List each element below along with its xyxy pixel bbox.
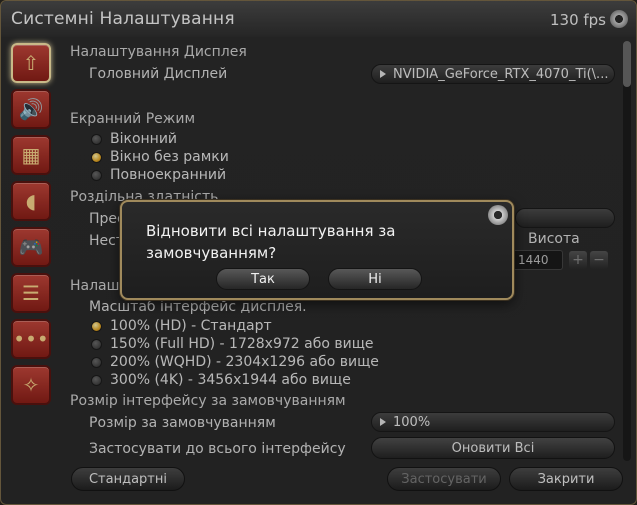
dialog-no-button[interactable]: Ні xyxy=(328,268,422,290)
close-icon[interactable] xyxy=(488,205,508,225)
dialog-yes-button[interactable]: Так xyxy=(216,268,310,290)
dialog-message: Відновити всі налаштування за замовчуван… xyxy=(146,222,396,262)
reset-confirm-dialog: Відновити всі налаштування за замовчуван… xyxy=(120,200,514,300)
